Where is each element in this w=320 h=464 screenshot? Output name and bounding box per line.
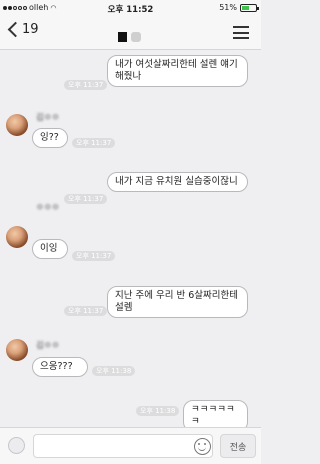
message-bubble-incoming[interactable]: 잉?? (32, 128, 68, 148)
chat-title-redacted (118, 32, 127, 42)
battery-area: 51% (219, 3, 259, 12)
unread-count: 19 (22, 22, 39, 37)
plus-circle-icon[interactable] (8, 437, 25, 454)
message-time: 오후 11:37 (64, 194, 108, 204)
message-time: 오후 11:37 (64, 306, 108, 316)
message-time: 오후 11:37 (72, 251, 116, 261)
smiley-icon[interactable] (194, 438, 211, 455)
message-bubble-outgoing[interactable]: 지난 주에 우리 반 6살짜리한테 설렘 (107, 286, 248, 318)
send-button[interactable]: 전송 (220, 434, 256, 458)
avatar[interactable] (6, 114, 28, 136)
avatar[interactable] (6, 226, 28, 248)
chat-header: 19 (0, 16, 261, 50)
message-composer: 전송 (0, 427, 261, 464)
sender-name-blurred: 김ㅇㅇ (36, 341, 60, 351)
avatar[interactable] (6, 339, 28, 361)
message-time: 오후 11:37 (72, 138, 116, 148)
message-time: 오후 11:38 (92, 366, 136, 376)
battery-percent: 51% (219, 3, 237, 12)
message-time: 오후 11:38 (136, 406, 180, 416)
status-bar: olleh ◠ 오후 11:52 51% (0, 0, 261, 16)
sender-name-blurred: ㅇㅇㅇ (36, 203, 60, 213)
message-time: 오후 11:37 (64, 80, 108, 90)
sender-name-blurred: 김ㅇㅇ (36, 113, 60, 123)
back-button[interactable]: 19 (6, 21, 39, 38)
chevron-left-icon (7, 21, 24, 38)
battery-icon (240, 3, 259, 12)
chat-title-blurred (131, 32, 141, 42)
message-bubble-outgoing[interactable]: 내가 여섯살짜리한테 설렌 얘기 해줬나 (107, 55, 248, 87)
message-bubble-incoming[interactable]: 으응??? (32, 357, 88, 377)
menu-button[interactable] (233, 26, 249, 39)
message-input[interactable] (33, 434, 213, 458)
chat-messages[interactable]: 내가 여섯살짜리한테 설렌 얘기 해줬나 오후 11:37 김ㅇㅇ 잉?? 오후… (0, 51, 261, 432)
battery-fill (242, 5, 249, 10)
message-bubble-outgoing[interactable]: 내가 지금 유치원 실습중이잖니 (107, 172, 248, 192)
message-bubble-incoming[interactable]: 이잉 (32, 239, 68, 259)
